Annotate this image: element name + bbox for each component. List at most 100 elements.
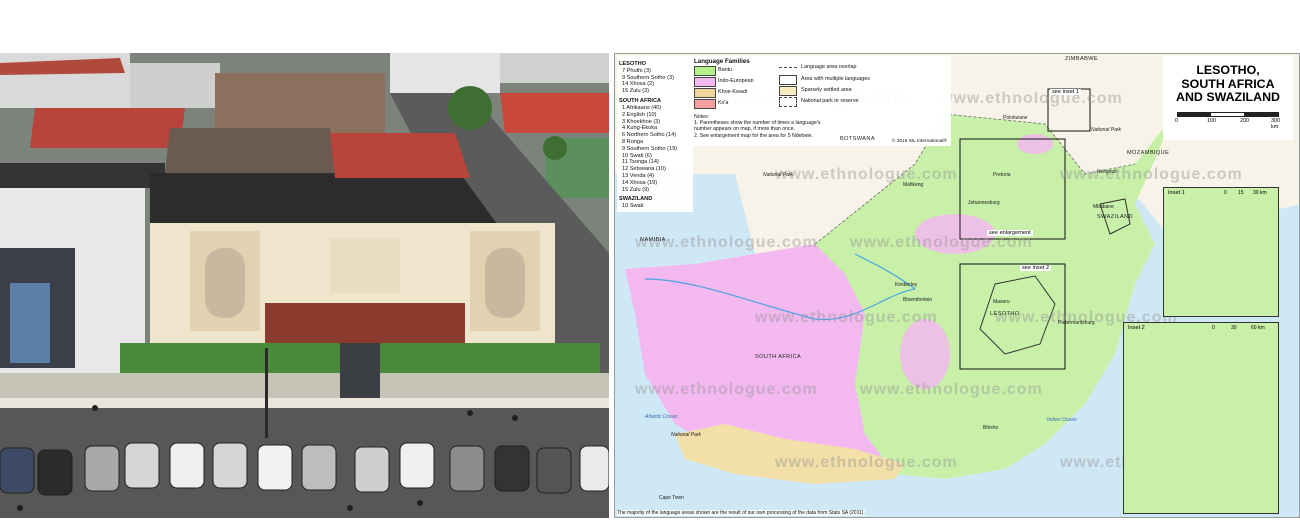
swatch-khoe-kwadi	[694, 88, 716, 98]
country-label: ZIMBABWE	[1065, 56, 1099, 62]
legend-item: 14 Xhosa (19)	[622, 179, 658, 186]
country-label: LESOTHO	[990, 311, 1020, 317]
aerial-photo	[0, 53, 609, 518]
swatch-bantu	[694, 66, 716, 76]
park-key	[779, 97, 797, 107]
legend-group-swaziland: SWAZILAND 10 Swati	[619, 196, 691, 210]
scale-bar: 0 100 200 300 km	[1175, 112, 1287, 130]
watermark: www.ethnologue.com	[940, 90, 1123, 107]
legend-item: 14 Xhosa (2)	[622, 81, 655, 88]
map-title-box: LESOTHO, SOUTH AFRICA AND SWAZILAND 0 10…	[1163, 56, 1293, 140]
country-label: BOTSWANA	[840, 136, 876, 142]
language-families-legend: Language Families Bantu Indo-European Kh…	[691, 56, 951, 146]
ocean-label: Atlantic Ocean	[645, 414, 678, 420]
swatch-indo-european	[694, 77, 716, 87]
families-title: Language Families	[694, 58, 750, 65]
country-label: NAMIBIA	[640, 237, 666, 243]
see-enlargement-label: see enlargement	[987, 230, 1033, 236]
scale-tick: 100	[1207, 118, 1216, 124]
city-label: Cape Town	[659, 495, 684, 501]
city-label: Mafikeng	[903, 182, 924, 188]
park-label: National Park	[763, 172, 794, 178]
family-label: Bantu	[718, 67, 733, 73]
city-label: Johannesburg	[968, 200, 1000, 206]
scale-tick: 200	[1240, 118, 1249, 124]
legend-item: 8 Ronga	[622, 138, 644, 145]
park-label: National Park	[1091, 127, 1122, 133]
city-label: Polokwane	[1003, 115, 1028, 121]
swatch-kxa	[694, 99, 716, 109]
legend-item: 6 Northern Sotho (14)	[622, 132, 677, 139]
multi-area-key	[779, 75, 797, 85]
watermark: www.ethnologue.com	[755, 309, 938, 326]
city-label: Bloemfontein	[903, 297, 933, 303]
city-label: Nelspruit	[1097, 169, 1117, 175]
title-line: SOUTH AFRICA	[1181, 76, 1275, 91]
legend-item: 9 Southern Sotho (19)	[622, 145, 678, 152]
area-key-label: Sparsely settled area	[801, 87, 852, 93]
legend-item: 10 Swati (6)	[622, 152, 652, 159]
watermark: www.ethnologue.com	[775, 454, 958, 471]
legend-item: 10 Swati	[622, 203, 644, 210]
inset-scale-tick: 60 km	[1251, 325, 1265, 331]
inset-scale-tick: 30	[1231, 325, 1237, 331]
inset-scale-tick: 0	[1224, 190, 1227, 196]
inset-scale-tick: 30 km	[1253, 190, 1267, 196]
legend-item: 4 Kung-Ekoka	[622, 125, 658, 132]
see-inset2-label: see inset 2	[1020, 265, 1052, 271]
legend-heading: SOUTH AFRICA	[619, 98, 662, 105]
watermark: www.ethnologue.com	[860, 381, 1043, 398]
family-label: Khoe-Kwadi	[718, 89, 748, 95]
family-label: Indo-European	[718, 78, 754, 84]
city-label: Mbabane	[1093, 204, 1114, 210]
map-credit: © 2016 SIL International®	[891, 139, 947, 144]
city-label: Pretoria	[993, 172, 1011, 178]
legend-group-lesotho: LESOTHO 7 Phuthi (3) 9 Southern Sotho (3…	[619, 61, 691, 95]
overlap-line-key	[779, 67, 797, 68]
city-label: Pietermaritzburg	[1058, 320, 1095, 326]
area-key-label: Area with multiple languages	[801, 76, 870, 82]
area-key-label: Language area overlap	[801, 64, 857, 70]
map-footer: The majority of the language areas shown…	[617, 510, 865, 516]
city-label: Kimberley	[895, 282, 918, 288]
area-key-label: National park or reserve	[801, 98, 859, 104]
inset-2: Inset 2 0 30 60 km	[1123, 322, 1279, 514]
country-label: SWAZILAND	[1097, 214, 1134, 220]
legend-item: 9 Southern Sotho (3)	[622, 74, 674, 81]
inset-scale-tick: 15	[1238, 190, 1244, 196]
legend-group-south-africa: SOUTH AFRICA 1 Afrikaans (40) 2 English …	[619, 98, 691, 193]
scale-tick: 0	[1175, 118, 1178, 124]
legend-item: 7 Phuthi (3)	[622, 67, 651, 74]
watermark: www.ethnologue.com	[1060, 166, 1243, 183]
watermark: www.ethnologue.com	[775, 166, 958, 183]
legend-item: 11 Tsonga (14)	[622, 159, 659, 166]
legend-item: 12 Setswana (10)	[622, 166, 666, 173]
city-label: Maseru	[993, 299, 1010, 305]
country-language-legend: LESOTHO 7 Phuthi (3) 9 Southern Sotho (3…	[617, 56, 693, 213]
city-label: Bhisho	[983, 425, 999, 431]
legend-item: 15 Zulu (3)	[622, 88, 650, 95]
legend-heading: SWAZILAND	[619, 196, 653, 203]
watermark: www.ethnologue.com	[635, 381, 818, 398]
title-line: LESOTHO,	[1196, 63, 1260, 77]
legend-item: 2 English (10)	[622, 111, 657, 118]
country-label: SOUTH AFRICA	[755, 354, 802, 360]
watermark: www.ethnologue.com	[850, 234, 1033, 251]
inset-title: Inset 2	[1128, 325, 1145, 331]
legend-item: 3 Khoekhoe (3)	[622, 118, 661, 125]
legend-item: 13 Venda (4)	[622, 173, 655, 179]
park-label: National Park	[671, 432, 702, 438]
language-map: www.ethnologue.com www.ethnologue.com ww…	[614, 53, 1300, 518]
inset-title: Inset 1	[1168, 190, 1185, 196]
legend-item: 1 Afrikaans (40)	[622, 104, 662, 111]
family-label: Kx'a	[718, 100, 729, 106]
aerial-photo-drawing	[0, 53, 609, 518]
map-title: LESOTHO, SOUTH AFRICA AND SWAZILAND	[1163, 63, 1293, 105]
country-label: MOZAMBIQUE	[1127, 150, 1170, 156]
see-inset1-label: see inset 1	[1050, 89, 1082, 95]
ocean-label: Indian Ocean	[1047, 417, 1077, 423]
inset-1: Inset 1 0 15 30 km	[1163, 187, 1279, 317]
legend-heading: LESOTHO	[619, 61, 647, 67]
legend-item: 15 Zulu (9)	[622, 186, 650, 193]
scale-tick: 300 km	[1271, 118, 1280, 130]
